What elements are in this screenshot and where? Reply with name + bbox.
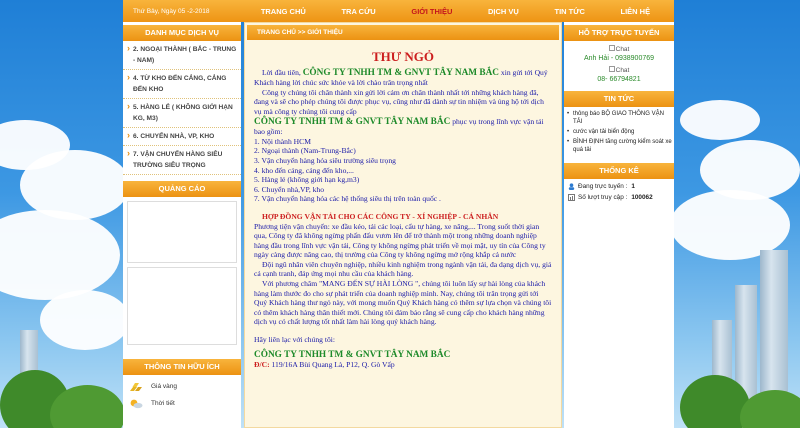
support-contact-2[interactable]: Chat 08- 66794821 [564,66,674,83]
contact-prompt: Hãy liên lạc với chúng tôi: [254,335,335,345]
service-item[interactable]: 4. TỪ KHO ĐẾN CẢNG, CẢNG ĐẾN KHO [123,70,241,99]
page-title: THƯ NGỎ [372,49,434,64]
service-item[interactable]: 5. HÀNG LẺ ( KHÔNG GIỚI HẠN KG, M3) [123,99,241,128]
support-contact-1[interactable]: Chat Anh Hải - 0938900769 [564,45,674,62]
main-menu: TRANG CHỦ TRA CỨU GIỚI THIỆU DỊCH VỤ TIN… [243,7,674,16]
users-online-icon [568,183,575,190]
right-sidebar: HỖ TRỢ TRỰC TUYẾN Chat Anh Hải - 0938900… [564,22,674,428]
services-list: 2. NGOẠI THÀNH ( BẮC - TRUNG - NAM) 4. T… [123,41,241,175]
left-sidebar: DANH MỤC DỊCH VỤ 2. NGOẠI THÀNH ( BẮC - … [123,22,241,428]
broken-image-icon [608,45,615,51]
main-content: TRANG CHỦ >> GIỚI THIỆU THƯ NGỎ Lời đầu … [244,22,562,428]
address-line: Đ/C: 119/16A Bùi Quang Là, P12, Q. Gò Vấ… [254,360,552,370]
online-value: 1 [631,183,635,190]
support-heading: HỖ TRỢ TRỰC TUYẾN [564,25,674,41]
serve-paragraph: CÔNG TY TNHH TM & GNVT TÂY NAM BẮC phục … [254,117,552,137]
ad-slot[interactable] [127,267,237,345]
weather-icon [130,399,143,409]
weather-link[interactable]: Thời tiết [129,398,241,409]
current-date: Thứ Bảy, Ngày 05 -2-2018 [133,7,210,15]
support-name-phone: Anh Hải - 0938900769 [583,55,655,62]
news-item[interactable]: BÌNH ĐỊNH tăng cường kiểm soát xe quá tả… [567,137,672,155]
chat-image[interactable]: Chat [564,66,674,74]
top-nav-bar: Thứ Bảy, Ngày 05 -2-2018 TRANG CHỦ TRA C… [123,0,674,22]
menu-item-home[interactable]: TRANG CHỦ [261,7,306,16]
services-heading: DANH MỤC DỊCH VỤ [123,25,241,41]
stats-heading: THỐNG KÊ [564,163,674,179]
menu-item-lookup[interactable]: TRA CỨU [341,7,375,16]
gold-price-label: Giá vàng [151,383,178,390]
company-name: CÔNG TY TNHH TM & GNVT TÂY NAM BẮC [254,116,451,127]
contact-company: CÔNG TY TNHH TM & GNVT TÂY NAM BẮC [254,349,451,360]
menu-item-about[interactable]: GIỚI THIỆU [411,7,452,16]
vehicles-paragraph: Phương tiện vận chuyển: xe đầu kéo, tải … [254,221,546,260]
service-line: 1. Nội thành HCM [254,136,311,146]
address-value: 119/16A Bùi Quang Là, P12, Q. Gò Vấp [271,360,395,370]
useful-info-heading: THÔNG TIN HỮU ÍCH [123,359,241,375]
news-heading: TIN TỨC [564,91,674,107]
intro-prefix: Lời đầu tiên, [262,67,301,77]
staff-paragraph: Đội ngũ nhân viên chuyên nghiệp, nhiều k… [254,259,552,279]
ads-heading: QUẢNG CÁO [123,181,241,197]
chat-alt-text: Chat [615,67,630,74]
service-line: 7. Vận chuyển hàng hóa các hệ thống siêu… [254,194,441,204]
motto-paragraph: Với phương châm "MANG ĐẾN SỰ HÀI LÒNG ",… [254,279,552,327]
service-item[interactable]: 7. VẬN CHUYỂN HÀNG SIÊU TRƯỜNG SIÊU TRỌN… [123,146,241,175]
visit-count: Số lượt truy cập : 100062 [568,194,674,201]
broken-image-icon [608,66,615,72]
weather-label: Thời tiết [151,400,175,407]
menu-item-contact[interactable]: LIÊN HỆ [621,7,651,16]
thanks-paragraph: Công ty chúng tôi chân thành xin gửi lời… [254,87,544,116]
service-line: 4. kho đến cảng, cảng đến kho,... [254,165,354,175]
company-name: CÔNG TY TNHH TM & GNVT TÂY NAM BẮC [302,67,500,78]
menu-item-services[interactable]: DỊCH VỤ [488,7,519,16]
visits-label: Số lượt truy cập : [578,194,628,201]
service-line: 6. Chuyển nhà,VP, kho [254,184,325,194]
service-line: 3. Vận chuyển hàng hóa siêu trường siêu … [254,155,396,165]
news-list: thông báo BỘ GIAO THÔNG VẬN TẢI cước vận… [564,107,674,155]
chat-image[interactable]: Chat [564,45,674,53]
service-item[interactable]: 6. CHUYỂN NHÀ, VP, KHO [123,128,241,146]
gold-price-link[interactable]: Giá vàng [129,381,241,392]
service-item[interactable]: 2. NGOẠI THÀNH ( BẮC - TRUNG - NAM) [123,41,241,70]
service-line: 2. Ngoại thành (Nam-Trung-Bắc) [254,146,356,156]
breadcrumb: TRANG CHỦ >> GIỚI THIỆU [247,25,559,40]
service-line: 5. Hàng lẻ (không giới hạn kg,m3) [254,175,360,185]
gold-bars-icon [130,383,142,391]
online-count: Đang trực tuyến : 1 [568,183,674,190]
news-item[interactable]: cước vận tải biển động [567,127,672,137]
letter-body: THƯ NGỎ Lời đầu tiên, CÔNG TY TNHH TM & … [245,42,561,370]
news-item[interactable]: thông báo BỘ GIAO THÔNG VẬN TẢI [567,109,672,127]
chat-alt-text: Chat [615,46,630,53]
support-phone: 08- 66794821 [597,76,641,83]
visits-value: 100062 [631,194,653,201]
ad-slot[interactable] [127,201,237,263]
online-label: Đang trực tuyến : [578,183,628,190]
visits-icon [568,194,575,201]
menu-item-news[interactable]: TIN TỨC [554,7,584,16]
address-label: Đ/C: [254,360,270,370]
contract-heading: HỢP ĐỒNG VẬN TẢI CHO CÁC CÔNG TY - XÍ NG… [262,211,499,221]
intro-paragraph: Lời đầu tiên, CÔNG TY TNHH TM & GNVT TÂY… [254,68,552,88]
